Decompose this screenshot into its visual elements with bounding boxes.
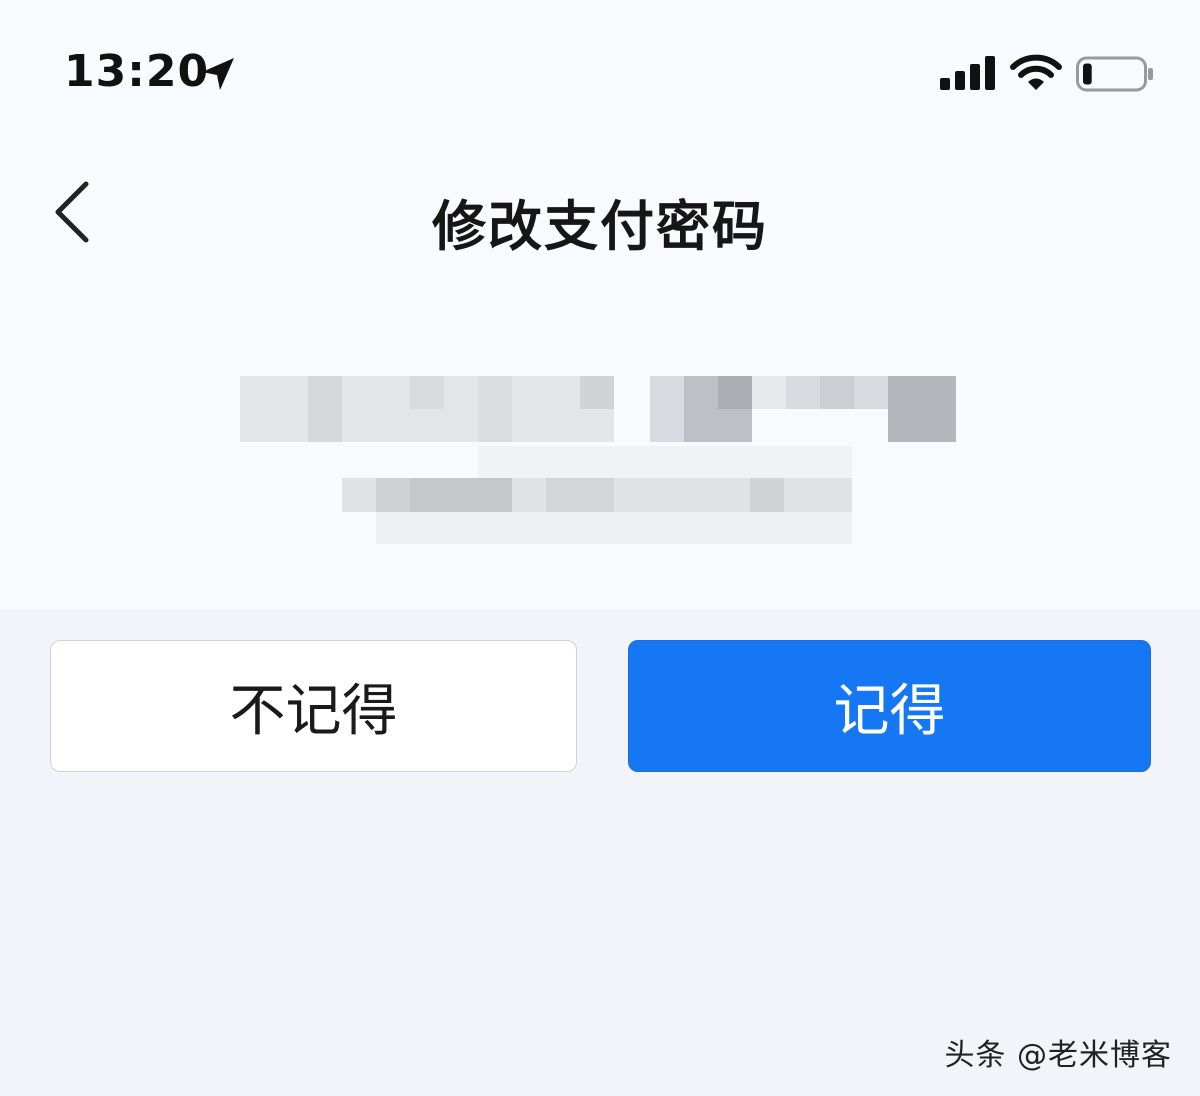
status-bar: 13:20 [0,0,1200,120]
signal-bars-icon [940,56,995,90]
redacted-text-line-2 [342,446,854,546]
wifi-icon [1010,54,1062,90]
dont-remember-button[interactable]: 不记得 [50,640,577,772]
status-time: 13:20 [64,46,210,97]
redacted-text-line-1 [240,376,956,442]
watermark: 头条 @老米博客 [944,1038,1172,1073]
page-title: 修改支付密码 [432,195,768,258]
battery-icon [1076,56,1153,92]
remember-button[interactable]: 记得 [628,640,1151,772]
navigation-bar: 修改支付密码 [0,150,1200,280]
location-arrow-icon [202,58,234,90]
